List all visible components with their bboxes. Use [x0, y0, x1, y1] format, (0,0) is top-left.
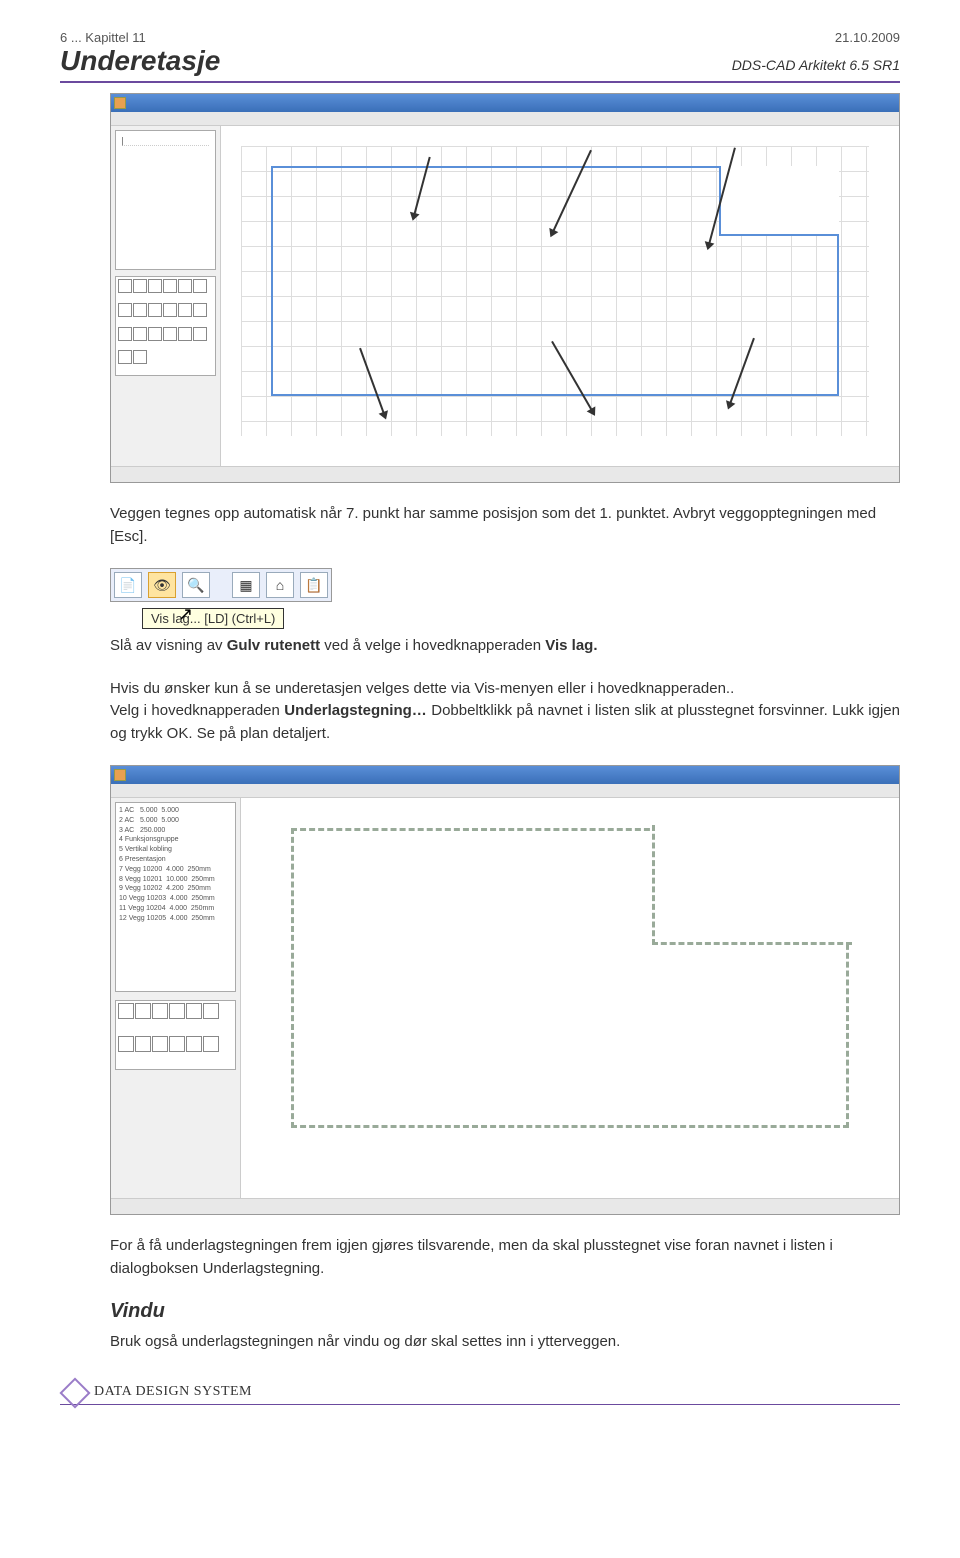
page-ref: 6 ... Kapittel 11: [60, 30, 146, 45]
page-title: Underetasje: [60, 45, 220, 77]
paragraph-5: Bruk også underlagstegningen når vindu o…: [110, 1331, 900, 1354]
company-name: DATA DESIGN SYSTEM: [94, 1384, 252, 1400]
side-panel: 1 AC 5.000 5.000 2 AC 5.000 5.000 3 AC 2…: [111, 798, 241, 1198]
screenshot-cad-outline: 1 AC 5.000 5.000 2 AC 5.000 5.000 3 AC 2…: [110, 765, 900, 1215]
floorplan-outline: [271, 166, 839, 396]
app-titlebar: [111, 94, 899, 112]
screenshot-cad-floorplan: [110, 93, 900, 483]
tooltip-text: Vis lag... [LD] (Ctrl+L): [142, 608, 284, 629]
toolbar-btn: ▦: [232, 572, 260, 598]
canvas-area: [221, 126, 899, 466]
floorplan-cutout: [719, 166, 839, 236]
section-heading-vindu: Vindu: [110, 1300, 900, 1323]
product-name: DDS-CAD Arkitekt 6.5 SR1: [732, 57, 900, 73]
tooltip-row: Vis lag... [LD] (Ctrl+L): [142, 608, 332, 629]
toolbar-btn-vislag: 👁: [148, 572, 176, 598]
footer: DATA DESIGN SYSTEM: [60, 1374, 900, 1405]
paragraph-4: For å få underlagstegningen frem igjen g…: [110, 1235, 900, 1280]
toolbar-closeup: 📄 👁 🔍 ▦ ⌂ 📋 Vis lag... [LD] (Ctrl+L): [110, 568, 332, 629]
side-panel: [111, 126, 221, 466]
date: 21.10.2009: [835, 30, 900, 45]
tree-panel: [115, 130, 216, 270]
paragraph-3: Hvis du ønsker kun å se underetasjen vel…: [110, 678, 900, 746]
tool-palette: [115, 276, 216, 376]
company-logo: DATA DESIGN SYSTEM: [60, 1380, 252, 1404]
status-bar: [111, 466, 899, 482]
header-top: 6 ... Kapittel 11 21.10.2009: [60, 30, 900, 45]
app-menubar: [111, 784, 899, 798]
list-panel: 1 AC 5.000 5.000 2 AC 5.000 5.000 3 AC 2…: [115, 802, 236, 992]
paragraph-2: Slå av visning av Gulv rutenett ved å ve…: [110, 635, 900, 658]
toolbar-btn: 📄: [114, 572, 142, 598]
app-titlebar: [111, 766, 899, 784]
canvas-area: [241, 798, 899, 1198]
toolbar-btn: ⌂: [266, 572, 294, 598]
toolbar-btn: 📋: [300, 572, 328, 598]
toolbar-btn: 🔍: [182, 572, 210, 598]
header-main: Underetasje DDS-CAD Arkitekt 6.5 SR1: [60, 45, 900, 83]
floorplan-dashed: [291, 828, 849, 1128]
status-bar: [111, 1198, 899, 1214]
paragraph-1: Veggen tegnes opp automatisk når 7. punk…: [110, 503, 900, 548]
tool-palette: [115, 1000, 236, 1070]
app-menubar: [111, 112, 899, 126]
logo-icon: [60, 1380, 88, 1404]
